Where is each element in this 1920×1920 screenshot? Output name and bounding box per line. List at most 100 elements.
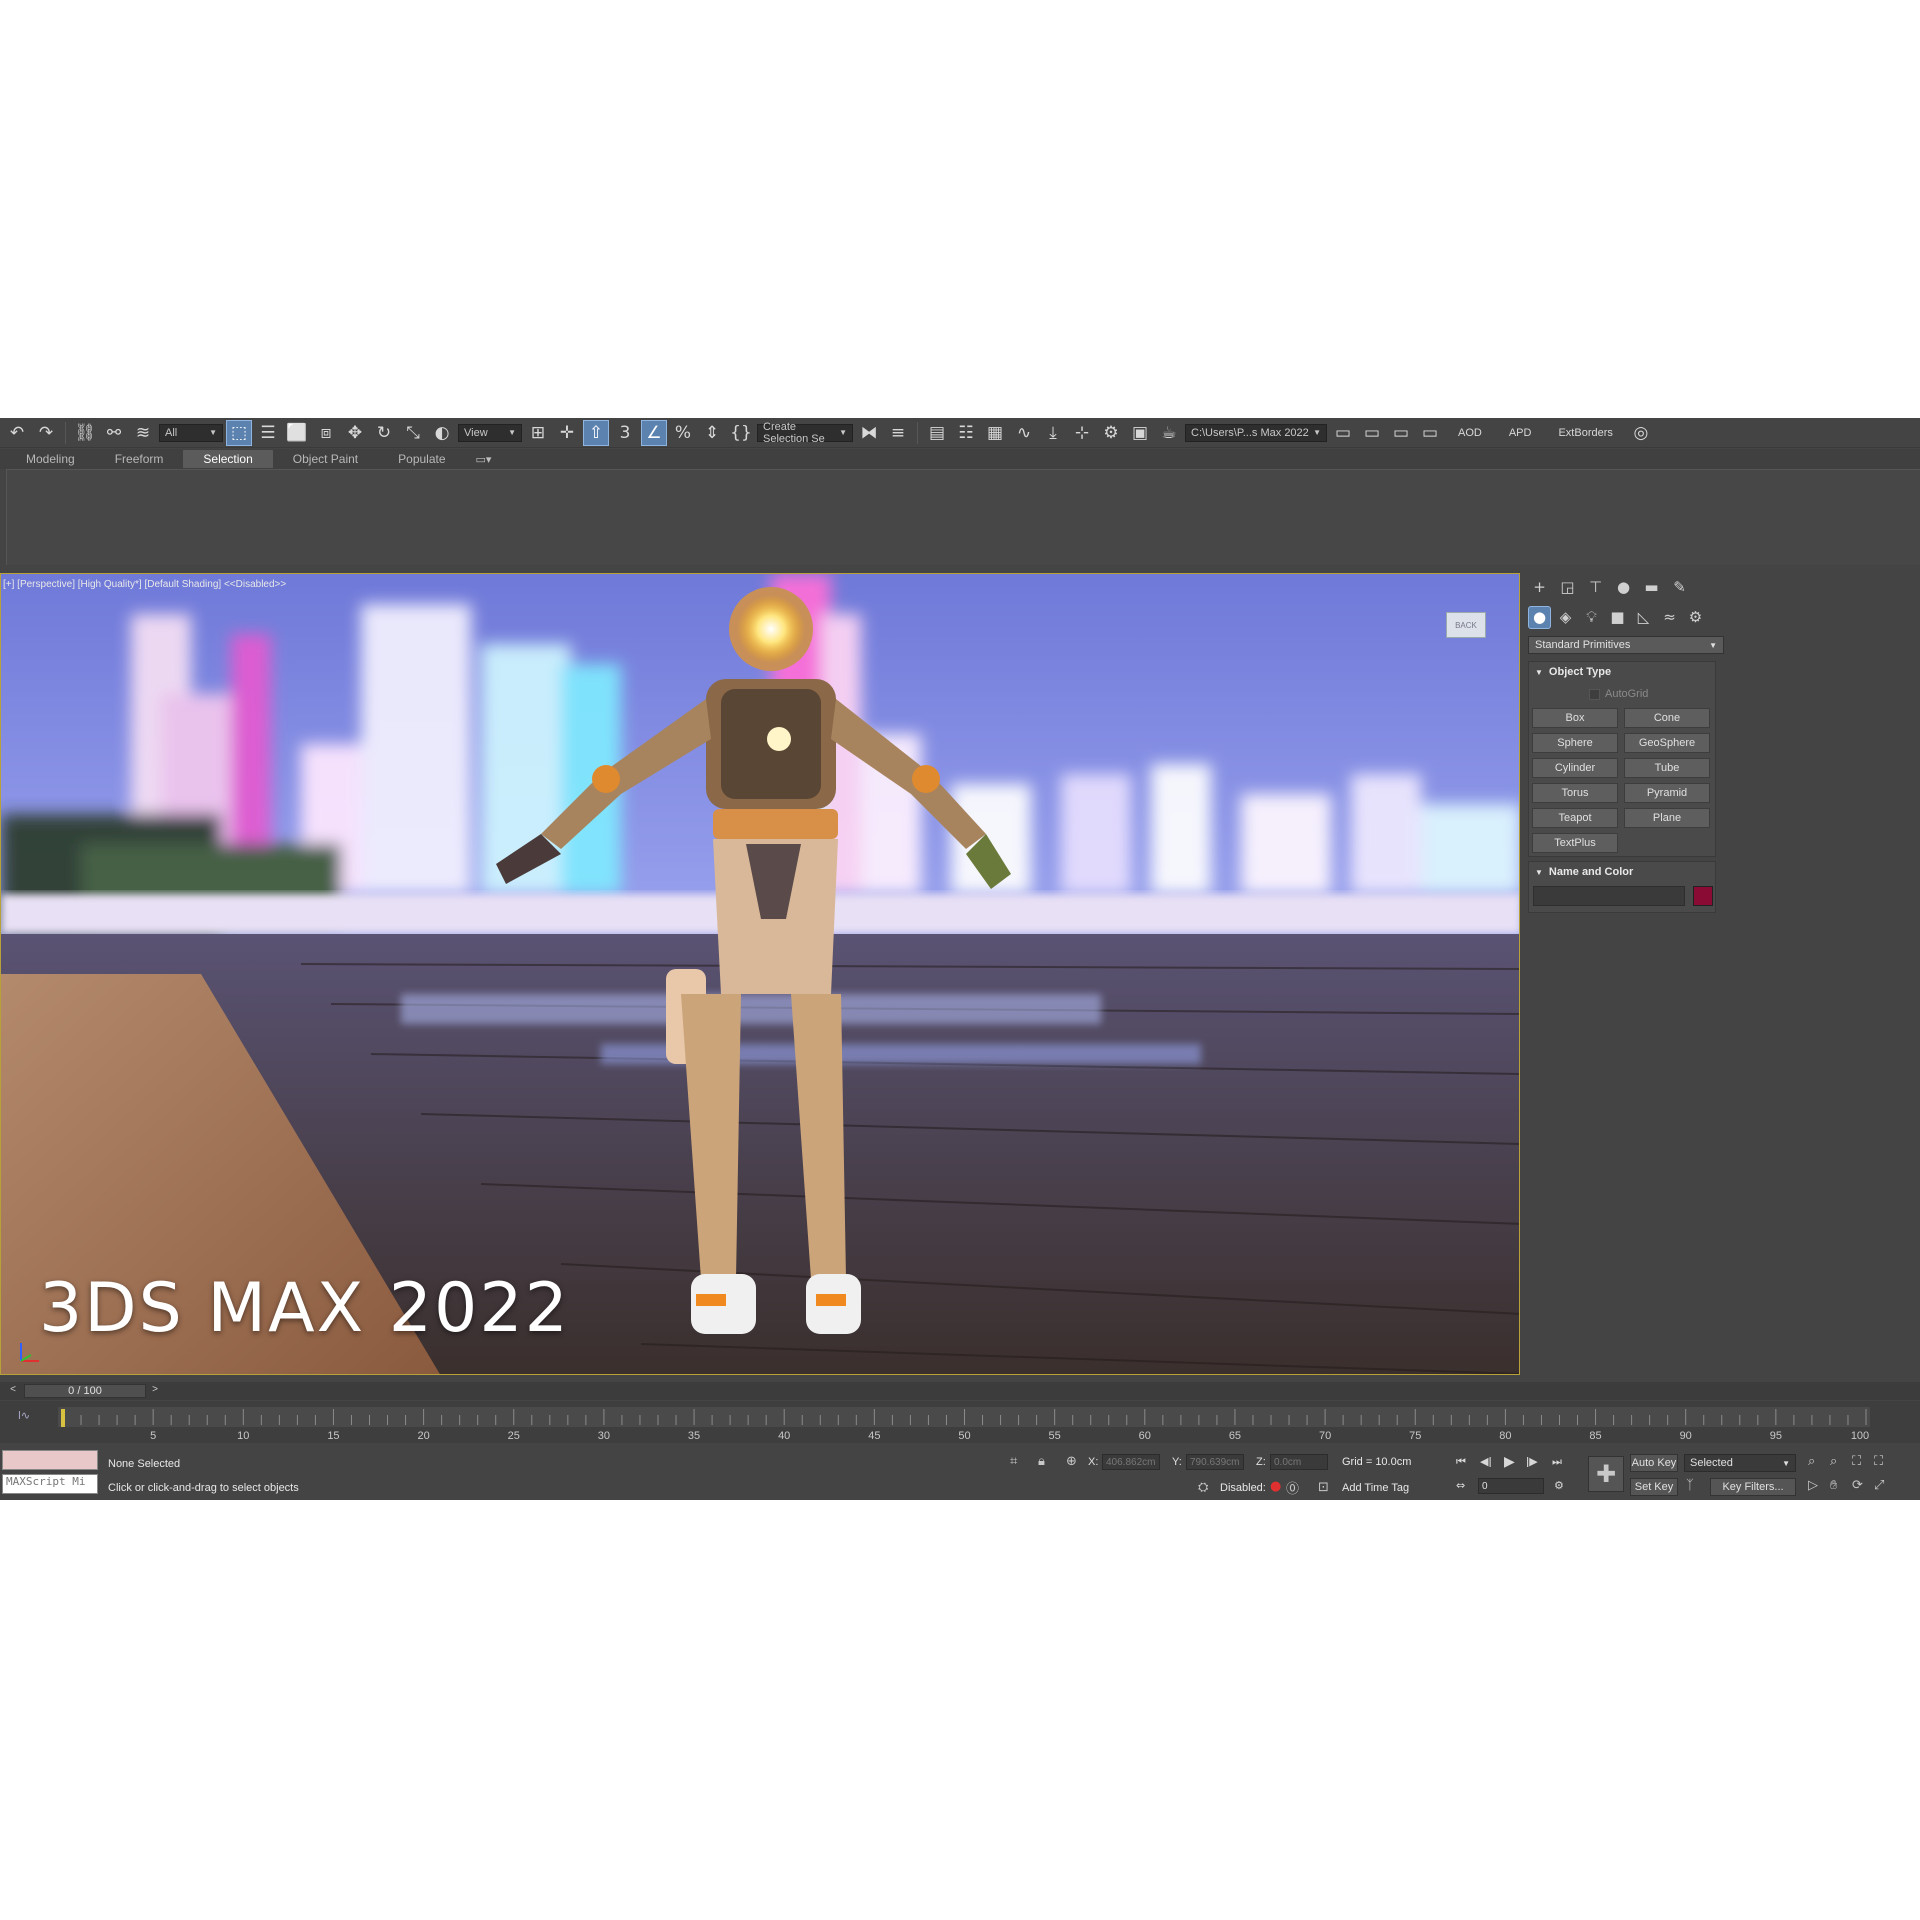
key-tangents-icon[interactable]: ᛉ	[1686, 1478, 1694, 1493]
redo-icon[interactable]: ↷	[33, 420, 59, 446]
torus-button[interactable]: Torus	[1532, 783, 1618, 803]
hierarchy-tab-icon[interactable]: ⊤	[1584, 576, 1607, 599]
tab-populate[interactable]: Populate	[378, 450, 465, 468]
curve-editor-icon[interactable]: ∿	[1011, 420, 1037, 446]
zoom-all-icon[interactable]: ⌕	[1830, 1454, 1837, 1469]
viewcube[interactable]: BACK	[1446, 612, 1486, 638]
unlink-icon[interactable]: ⚯	[101, 420, 127, 446]
utilities-tab-icon[interactable]: ✎	[1668, 576, 1691, 599]
next-frame-button[interactable]: >	[148, 1384, 162, 1398]
angle-snap-icon[interactable]: ∠	[641, 419, 667, 446]
tab-selection[interactable]: Selection	[183, 450, 273, 468]
maxscript-input[interactable]: MAXScript Mi	[2, 1474, 98, 1494]
autogrid-checkbox[interactable]: AutoGrid	[1589, 688, 1648, 700]
render-iterative-icon[interactable]: ▭	[1359, 420, 1385, 446]
render-setup-icon[interactable]: ⚙	[1098, 420, 1124, 446]
extborders-label[interactable]: ExtBorders	[1546, 427, 1624, 439]
keyboard-shortcut-override-icon[interactable]: ⇧	[583, 419, 609, 446]
edit-named-selection-icon[interactable]: {}	[728, 420, 754, 446]
space-warps-icon[interactable]: ≈	[1658, 606, 1681, 629]
move-icon[interactable]: ✥	[342, 420, 368, 446]
create-tab-icon[interactable]: +	[1528, 576, 1551, 599]
apd-label[interactable]: APD	[1497, 427, 1544, 439]
set-key-big-icon[interactable]: ✚	[1588, 1456, 1624, 1492]
isolate-selection-icon[interactable]: ⌗	[1010, 1454, 1017, 1469]
geosphere-button[interactable]: GeoSphere	[1624, 733, 1710, 753]
orbit-icon[interactable]: ⟳	[1852, 1478, 1863, 1493]
tube-button[interactable]: Tube	[1624, 758, 1710, 778]
field-of-view-icon[interactable]: ▷	[1808, 1478, 1818, 1493]
scene-explorer-icon[interactable]: ▤	[924, 420, 950, 446]
select-by-name-icon[interactable]: ☰	[255, 420, 281, 446]
pyramid-button[interactable]: Pyramid	[1624, 783, 1710, 803]
render-production-icon[interactable]: ☕	[1156, 420, 1182, 446]
teapot-button[interactable]: Teapot	[1532, 808, 1618, 828]
add-time-tag[interactable]: Add Time Tag	[1342, 1482, 1409, 1494]
shapes-icon[interactable]: ◈	[1554, 606, 1577, 629]
y-coordinate-field[interactable]: 790.639cm	[1186, 1454, 1244, 1470]
time-slider-thumb[interactable]: 0 / 100	[24, 1384, 146, 1398]
zoom-icon[interactable]: ⌕	[1808, 1454, 1815, 1469]
modify-tab-icon[interactable]: ◲	[1556, 576, 1579, 599]
absolute-mode-icon[interactable]: ⊕	[1066, 1454, 1077, 1469]
render-cloud-icon[interactable]: ▭	[1417, 420, 1443, 446]
trackbar[interactable]: ǀ∿ 5 10 15 20 25 30 35 40 45 50 55 60 65 70 75 80 85 90 95…	[0, 1401, 1920, 1443]
named-selection-dropdown[interactable]: Create Selection Se ▼	[757, 421, 853, 445]
object-color-swatch[interactable]	[1693, 886, 1713, 906]
textplus-button[interactable]: TextPlus	[1532, 833, 1618, 853]
schematic-view-icon[interactable]: ⤓	[1040, 420, 1066, 446]
toggle-ribbon-icon[interactable]: ▦	[982, 420, 1008, 446]
key-filters-button[interactable]: Key Filters...	[1710, 1478, 1796, 1496]
selection-filter-dropdown[interactable]: All ▼	[159, 423, 223, 442]
key-mode-dropdown[interactable]: Selected ▼	[1684, 1454, 1796, 1472]
systems-icon[interactable]: ⚙	[1684, 606, 1707, 629]
spinner-snap-icon[interactable]: ⇕	[699, 420, 725, 446]
selection-lock-icon[interactable]: 🔒︎	[1038, 1454, 1045, 1469]
previous-key-icon[interactable]: ◀ǀ	[1480, 1455, 1492, 1468]
window-crossing-icon[interactable]: ⧈	[313, 420, 339, 446]
zero-toggle-icon[interactable]: ⓪	[1286, 1478, 1299, 1497]
next-key-icon[interactable]: ǀ▶	[1526, 1455, 1538, 1468]
geometry-icon[interactable]: ●	[1528, 605, 1551, 629]
object-name-field[interactable]	[1533, 886, 1685, 906]
cylinder-button[interactable]: Cylinder	[1532, 758, 1618, 778]
pivot-center-icon[interactable]: ⊞	[525, 420, 551, 446]
play-icon[interactable]: ▶	[1504, 1454, 1515, 1470]
reference-coordinate-dropdown[interactable]: View ▼	[458, 423, 522, 442]
align-icon[interactable]: ≡	[885, 420, 911, 446]
maximize-viewport-icon[interactable]: ⤢	[1874, 1478, 1884, 1493]
helpers-icon[interactable]: ◺	[1632, 606, 1655, 629]
select-object-icon[interactable]: ⬚	[226, 419, 252, 446]
object-type-header[interactable]: ▼ Object Type	[1529, 662, 1715, 682]
pan-icon[interactable]: ✋︎	[1830, 1478, 1837, 1493]
cone-button[interactable]: Cone	[1624, 708, 1710, 728]
tab-modeling[interactable]: Modeling	[6, 450, 95, 468]
scale-icon[interactable]: ⤡	[400, 420, 426, 446]
category-dropdown[interactable]: Standard Primitives ▼	[1528, 636, 1724, 654]
maxscript-listener[interactable]: MAXScript Mi	[2, 1450, 98, 1494]
current-frame-field[interactable]: 0	[1478, 1478, 1544, 1494]
link-icon[interactable]: ⛓	[72, 420, 98, 446]
maxscript-output[interactable]	[2, 1450, 98, 1470]
perspective-viewport[interactable]: [+] [Perspective] [High Quality*] [Defau…	[0, 573, 1520, 1375]
percent-snap-icon[interactable]: %	[670, 420, 696, 446]
zoom-extents-all-icon[interactable]: ⛶	[1874, 1454, 1883, 1469]
viewport-label[interactable]: [+] [Perspective] [High Quality*] [Defau…	[3, 579, 286, 590]
z-coordinate-field[interactable]: 0.0cm	[1270, 1454, 1328, 1470]
plane-button[interactable]: Plane	[1624, 808, 1710, 828]
place-icon[interactable]: ◐	[429, 420, 455, 446]
cameras-icon[interactable]: ■	[1606, 606, 1629, 629]
ribbon-options-icon[interactable]: ▭▾	[466, 453, 502, 466]
auto-key-button[interactable]: Auto Key	[1630, 1454, 1678, 1472]
go-to-end-icon[interactable]: ⏭	[1552, 1455, 1562, 1469]
x-coordinate-field[interactable]: 406.862cm	[1102, 1454, 1160, 1470]
name-and-color-header[interactable]: ▼ Name and Color	[1529, 862, 1715, 882]
tab-object-paint[interactable]: Object Paint	[273, 450, 378, 468]
rectangular-selection-icon[interactable]: ⬜	[284, 420, 310, 446]
time-configuration-icon[interactable]: ⚙	[1554, 1479, 1564, 1492]
lights-icon[interactable]: 💡︎	[1580, 606, 1603, 629]
aod-label[interactable]: AOD	[1446, 427, 1494, 439]
go-to-start-icon[interactable]: ⏮	[1456, 1455, 1466, 1469]
rendered-frame-window-icon[interactable]: ▣	[1127, 420, 1153, 446]
snaps-toggle-icon[interactable]: 3	[612, 420, 638, 446]
